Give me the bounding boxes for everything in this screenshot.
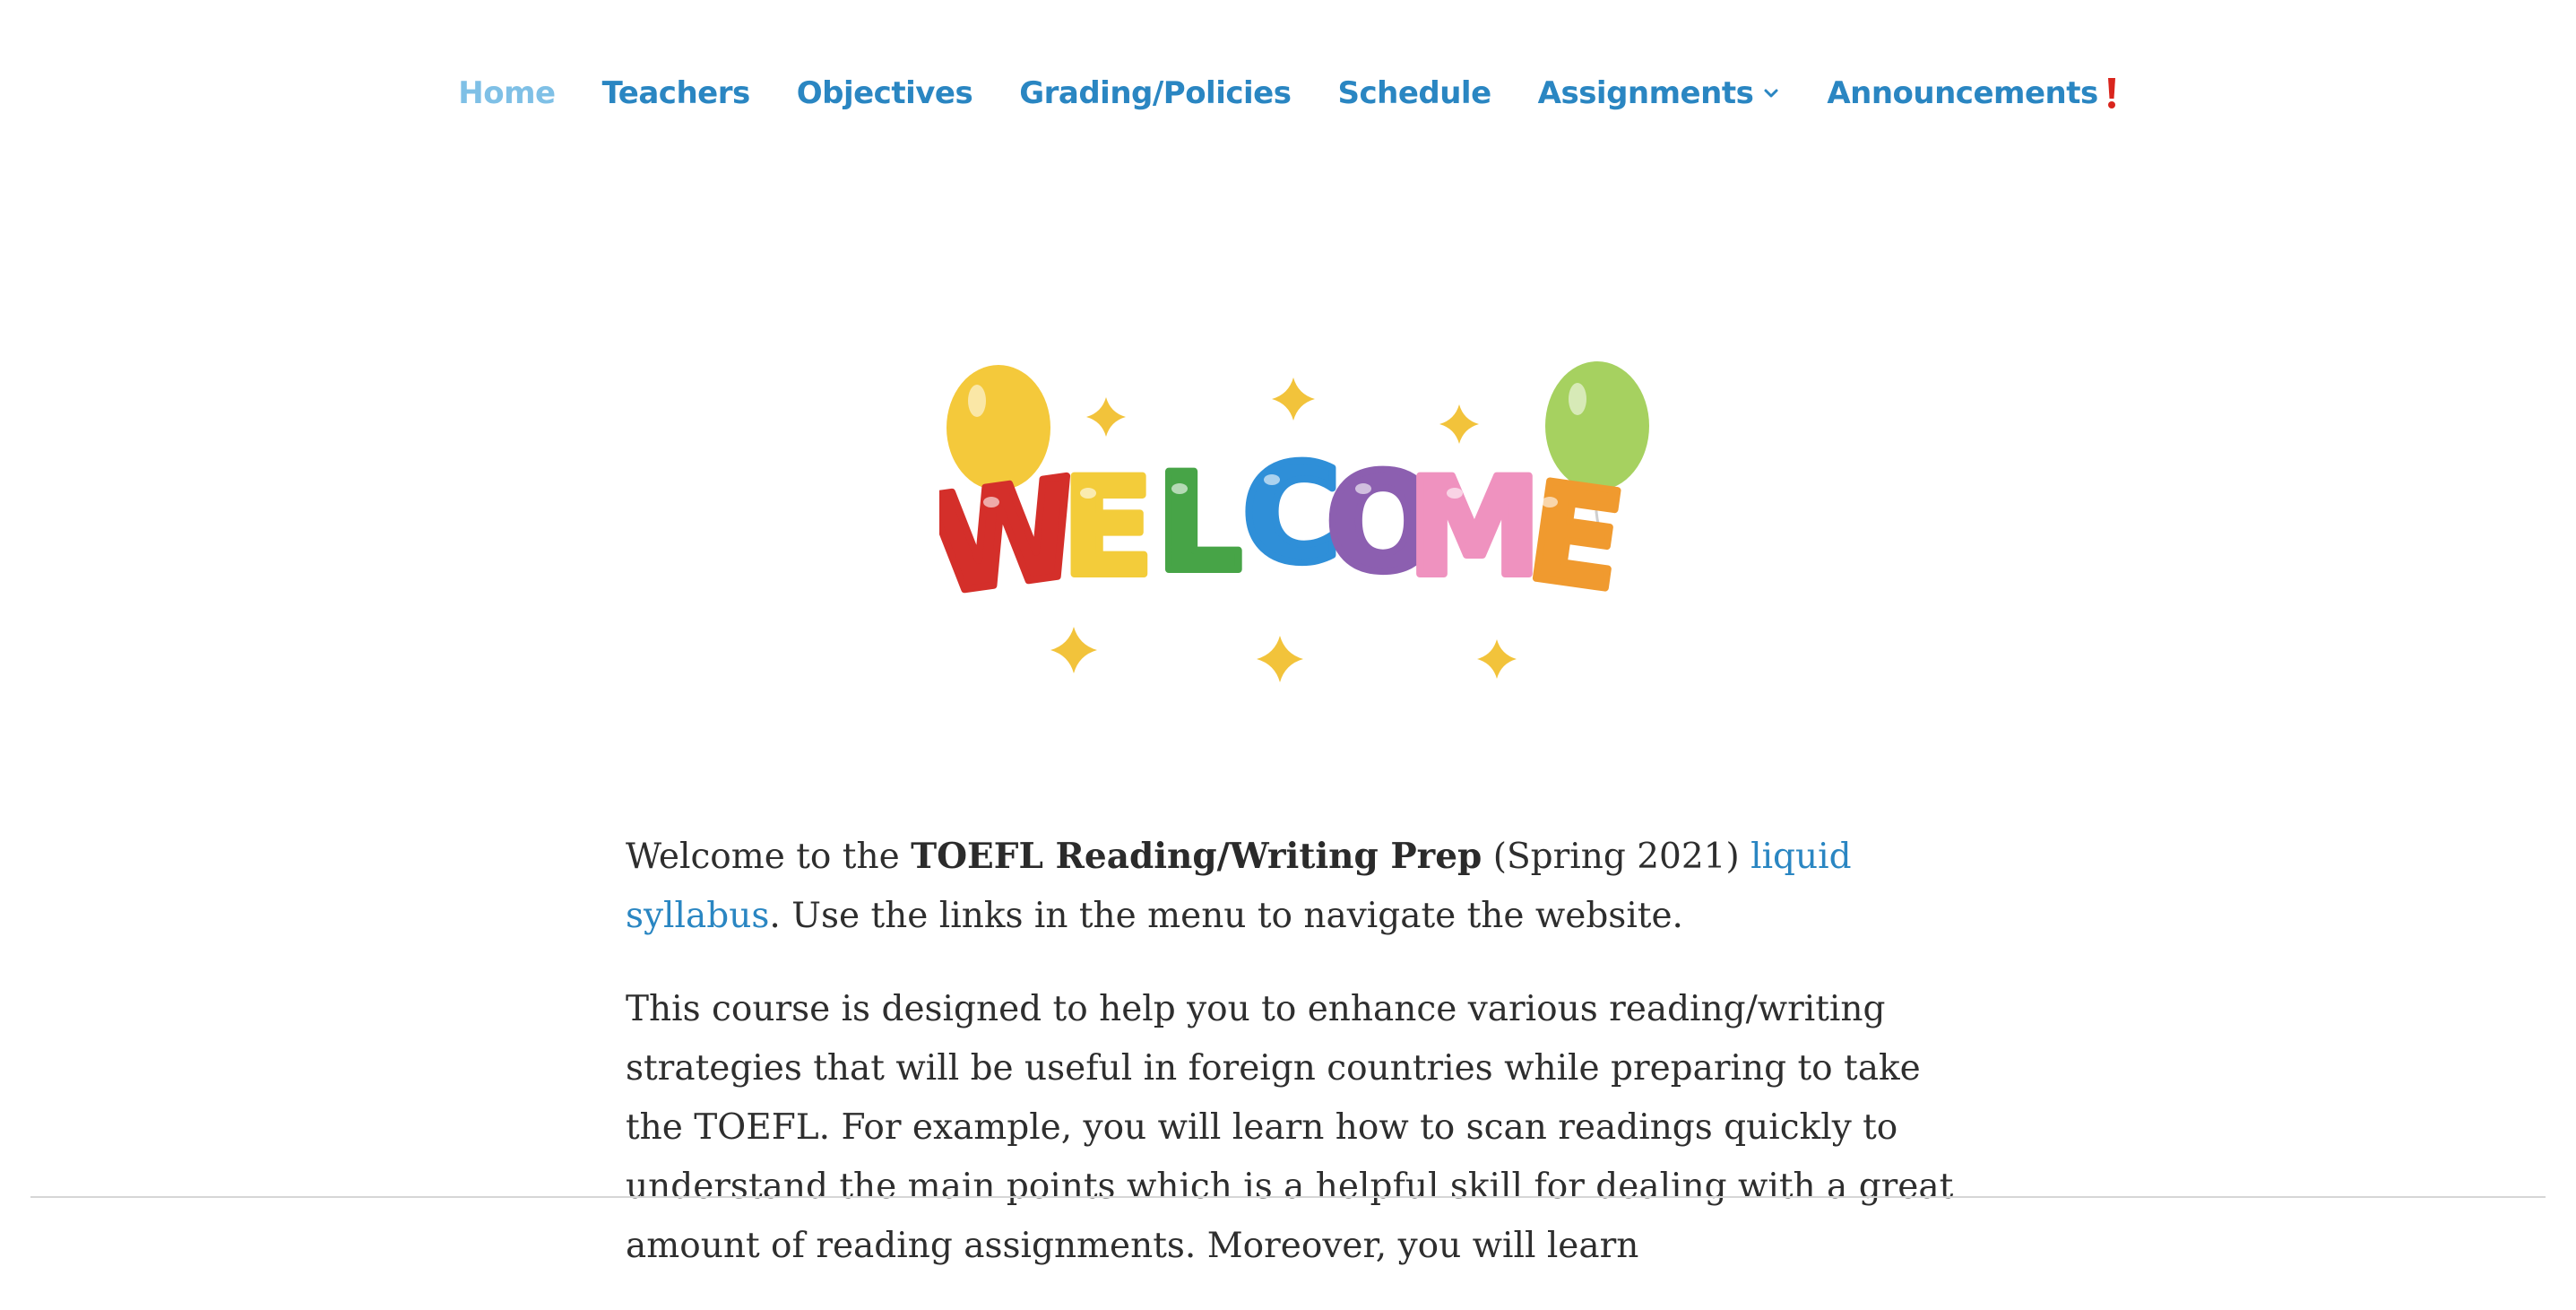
nav-teachers-label: Teachers: [601, 75, 751, 111]
nav-home-label: Home: [458, 75, 556, 111]
welcome-letters: WE L COME: [939, 433, 1636, 629]
letter-highlight: [983, 497, 999, 508]
letter-highlight: [1355, 483, 1371, 494]
sparkle-star-icon: [1272, 377, 1315, 421]
sparkle-star-icon: [1439, 404, 1479, 444]
exclamation-icon: [2107, 78, 2115, 108]
nav-announcements-label: Announcements: [1827, 75, 2098, 111]
letter-highlight: [1264, 474, 1280, 485]
main-nav: Home Teachers Objectives Grading/Policie…: [0, 75, 2576, 111]
welcome-paragraph: Welcome to the TOEFL Reading/Writing Pre…: [626, 827, 1961, 946]
sparkle-star-icon: [1257, 636, 1303, 682]
nav-objectives[interactable]: Objectives: [796, 75, 973, 111]
nav-announcements[interactable]: Announcements: [1827, 75, 2117, 111]
welcome-intro-text: Welcome to the: [626, 837, 912, 877]
welcome-letter: L: [1156, 446, 1242, 602]
nav-schedule-label: Schedule: [1337, 75, 1491, 111]
main-content: Welcome to the TOEFL Reading/Writing Pre…: [626, 827, 1961, 1310]
letter-highlight: [1447, 488, 1463, 499]
term-text: (Spring 2021): [1482, 837, 1751, 877]
sparkle-star-icon: [1086, 397, 1126, 437]
nav-objectives-label: Objectives: [796, 75, 973, 111]
welcome-rest-text: . Use the links in the menu to navigate …: [769, 896, 1683, 936]
sparkle-star-icon: [1477, 639, 1517, 679]
letter-highlight: [1542, 497, 1558, 508]
welcome-letter: M: [1407, 450, 1541, 606]
nav-grading-policies-label: Grading/Policies: [1019, 75, 1292, 111]
nav-assignments[interactable]: Assignments: [1538, 75, 1781, 111]
nav-grading-policies[interactable]: Grading/Policies: [1019, 75, 1292, 111]
nav-assignments-label: Assignments: [1537, 75, 1754, 111]
letter-highlight: [1080, 488, 1096, 499]
welcome-balloons-image: WE L COME: [939, 361, 1649, 682]
letter-highlight: [1171, 483, 1188, 494]
nav-teachers[interactable]: Teachers: [601, 75, 751, 111]
nav-home[interactable]: Home: [458, 75, 556, 111]
course-title: TOEFL Reading/Writing Prep: [911, 836, 1482, 877]
chevron-down-icon: [1764, 89, 1778, 98]
nav-schedule[interactable]: Schedule: [1337, 75, 1491, 111]
course-description-paragraph: This course is designed to help you to e…: [626, 989, 1954, 1266]
sparkle-star-icon: [1050, 627, 1097, 673]
welcome-letter: E: [1062, 450, 1154, 606]
